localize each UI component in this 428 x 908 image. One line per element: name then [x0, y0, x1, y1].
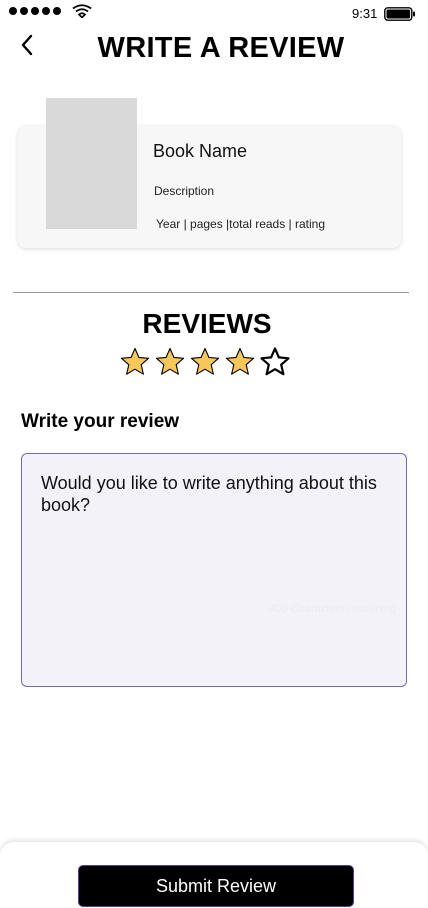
star-4-icon[interactable] [224, 346, 256, 378]
book-meta: Year | pages |total reads | rating [156, 217, 326, 231]
section-divider [13, 292, 409, 293]
star-rating [119, 346, 291, 378]
book-cover-image [46, 98, 137, 229]
write-review-screen: 9:31 WRITE A REVIEW Book Name Descriptio… [0, 0, 428, 908]
write-review-label: Write your review [21, 411, 180, 432]
book-name: Book Name [153, 141, 248, 161]
page-title: WRITE A REVIEW [97, 32, 345, 64]
review-placeholder: Would you like to write anything about t… [41, 473, 377, 515]
star-3-icon[interactable] [189, 346, 221, 378]
chars-remaining: 400 Characters remaining [269, 603, 396, 615]
signal-strength-icon [9, 7, 61, 15]
wifi-icon [72, 4, 92, 18]
star-2-icon[interactable] [154, 346, 186, 378]
star-1-icon[interactable] [119, 346, 151, 378]
review-textarea[interactable]: Would you like to write anything about t… [21, 453, 407, 687]
reviews-heading: REVIEWS [142, 308, 272, 339]
book-description: Description [154, 184, 215, 198]
status-time: 9:31 [352, 6, 378, 21]
battery-icon [384, 7, 415, 21]
submit-review-button[interactable]: Submit Review [78, 865, 354, 907]
status-bar: 9:31 [0, 0, 428, 28]
star-5-icon[interactable] [259, 346, 291, 378]
